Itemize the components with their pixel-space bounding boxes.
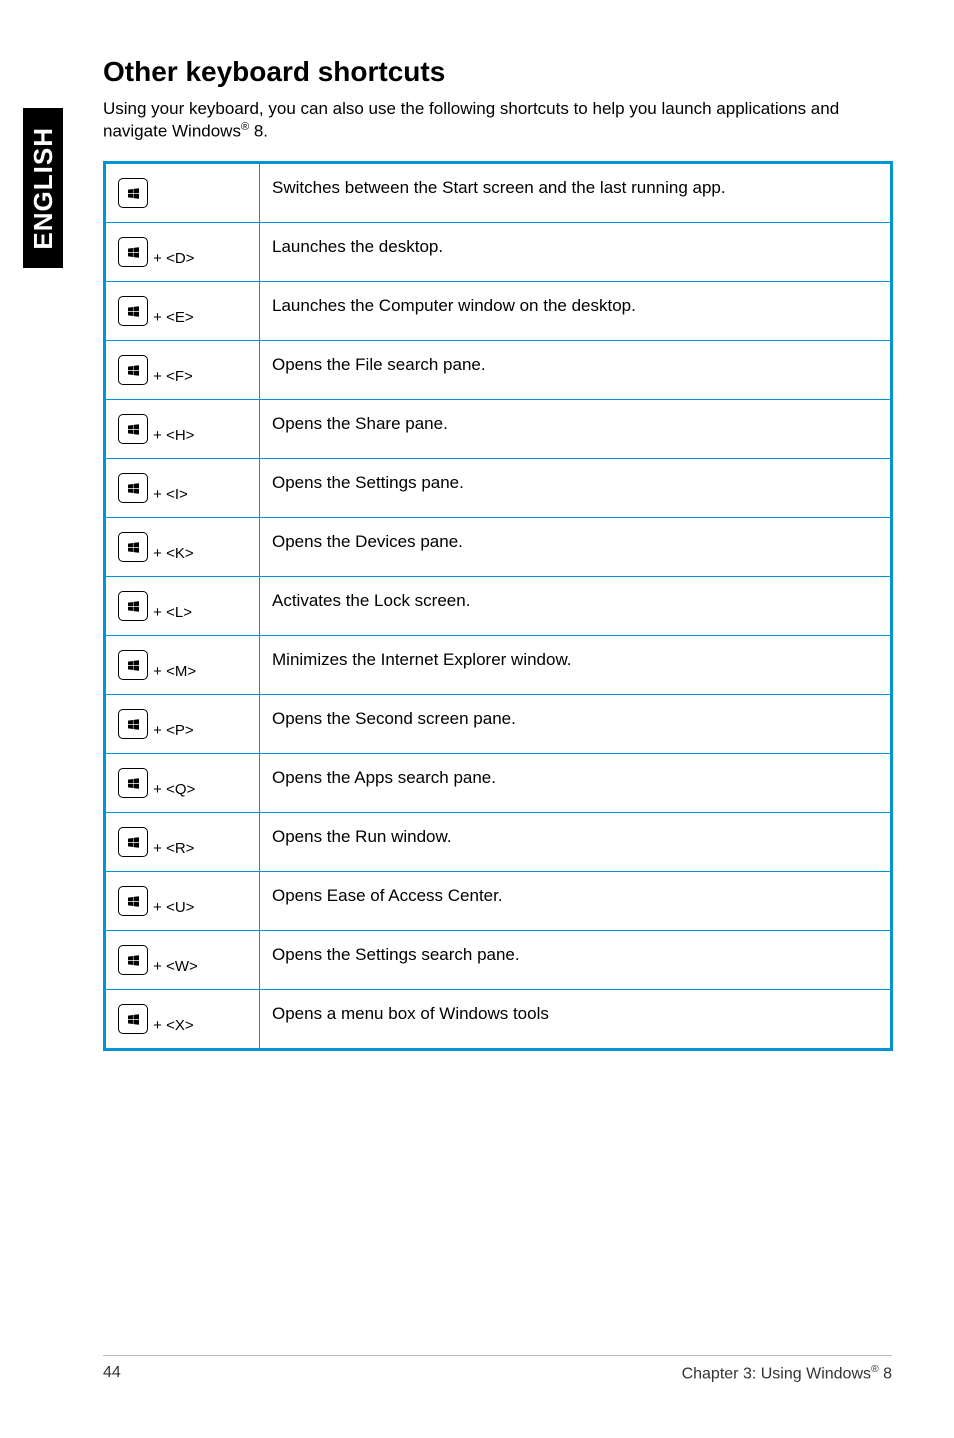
shortcut-description: Opens the File search pane. (260, 340, 892, 399)
shortcut-key-cell: + <D> (105, 222, 260, 281)
shortcut-key-cell: + <L> (105, 576, 260, 635)
windows-key-icon (118, 178, 148, 208)
chapter-label: Chapter 3: Using Windows® 8 (682, 1364, 892, 1383)
intro-paragraph: Using your keyboard, you can also use th… (103, 98, 893, 143)
intro-text-b: 8. (249, 122, 268, 141)
shortcut-key-cell: + <I> (105, 458, 260, 517)
shortcut-key-cell: + <P> (105, 694, 260, 753)
shortcut-description: Opens the Run window. (260, 812, 892, 871)
key-suffix: + <L> (149, 604, 192, 621)
table-row: + <F> Opens the File search pane. (105, 340, 892, 399)
table-row: + <H> Opens the Share pane. (105, 399, 892, 458)
shortcut-description: Opens the Share pane. (260, 399, 892, 458)
shortcut-key-cell (105, 162, 260, 222)
key-suffix: + <U> (149, 899, 194, 916)
shortcut-key-cell: + <M> (105, 635, 260, 694)
key-suffix: + <M> (149, 663, 196, 680)
shortcut-description: Minimizes the Internet Explorer window. (260, 635, 892, 694)
shortcut-description: Launches the Computer window on the desk… (260, 281, 892, 340)
table-row: + <E> Launches the Computer window on the… (105, 281, 892, 340)
key-suffix: + <X> (149, 1017, 194, 1034)
shortcut-description: Opens the Settings search pane. (260, 930, 892, 989)
windows-key-icon (118, 886, 148, 916)
shortcut-key-cell: + <U> (105, 871, 260, 930)
windows-key-icon (118, 709, 148, 739)
windows-key-icon (118, 473, 148, 503)
language-tab-text: ENGLISH (28, 127, 59, 250)
shortcut-description: Opens the Devices pane. (260, 517, 892, 576)
page-title: Other keyboard shortcuts (103, 56, 893, 88)
key-suffix: + <H> (149, 427, 194, 444)
shortcut-description: Switches between the Start screen and th… (260, 162, 892, 222)
shortcut-key-cell: + <E> (105, 281, 260, 340)
shortcuts-table: Switches between the Start screen and th… (103, 161, 893, 1051)
table-row: + <R> Opens the Run window. (105, 812, 892, 871)
registered-mark: ® (871, 1364, 879, 1375)
shortcut-key-cell: + <R> (105, 812, 260, 871)
key-suffix: + <I> (149, 486, 188, 503)
table-row: + <K> Opens the Devices pane. (105, 517, 892, 576)
windows-key-icon (118, 1004, 148, 1034)
chapter-text-a: Chapter 3: Using Windows (682, 1365, 871, 1382)
windows-key-icon (118, 768, 148, 798)
windows-key-icon (118, 532, 148, 562)
windows-key-icon (118, 296, 148, 326)
shortcut-description: Activates the Lock screen. (260, 576, 892, 635)
page-number: 44 (103, 1364, 121, 1383)
key-suffix: + <R> (149, 840, 194, 857)
table-row: + <U> Opens Ease of Access Center. (105, 871, 892, 930)
shortcut-key-cell: + <W> (105, 930, 260, 989)
registered-mark: ® (241, 121, 249, 133)
key-suffix: + <E> (149, 309, 194, 326)
key-suffix: + <W> (149, 958, 198, 975)
shortcut-description: Opens a menu box of Windows tools (260, 989, 892, 1049)
chapter-text-b: 8 (879, 1365, 892, 1382)
shortcut-description: Opens the Apps search pane. (260, 753, 892, 812)
shortcut-description: Launches the desktop. (260, 222, 892, 281)
shortcut-description: Opens the Second screen pane. (260, 694, 892, 753)
shortcut-key-cell: + <X> (105, 989, 260, 1049)
shortcut-description: Opens Ease of Access Center. (260, 871, 892, 930)
table-row: + <P> Opens the Second screen pane. (105, 694, 892, 753)
shortcut-key-cell: + <Q> (105, 753, 260, 812)
shortcut-key-cell: + <K> (105, 517, 260, 576)
windows-key-icon (118, 414, 148, 444)
key-suffix: + <P> (149, 722, 194, 739)
windows-key-icon (118, 945, 148, 975)
key-suffix: + <K> (149, 545, 194, 562)
table-row: + <W> Opens the Settings search pane. (105, 930, 892, 989)
shortcut-key-cell: + <H> (105, 399, 260, 458)
windows-key-icon (118, 650, 148, 680)
shortcut-description: Opens the Settings pane. (260, 458, 892, 517)
table-row: Switches between the Start screen and th… (105, 162, 892, 222)
table-row: + <I> Opens the Settings pane. (105, 458, 892, 517)
windows-key-icon (118, 591, 148, 621)
windows-key-icon (118, 237, 148, 267)
windows-key-icon (118, 827, 148, 857)
intro-text-a: Using your keyboard, you can also use th… (103, 99, 839, 141)
key-suffix: + <D> (149, 250, 194, 267)
page-footer: 44 Chapter 3: Using Windows® 8 (103, 1355, 892, 1383)
table-row: + <Q> Opens the Apps search pane. (105, 753, 892, 812)
shortcut-key-cell: + <F> (105, 340, 260, 399)
key-suffix: + <Q> (149, 781, 195, 798)
key-suffix: + <F> (149, 368, 193, 385)
page-content: Other keyboard shortcuts Using your keyb… (103, 56, 893, 1051)
table-row: + <D> Launches the desktop. (105, 222, 892, 281)
language-tab: ENGLISH (23, 108, 63, 268)
table-row: + <L> Activates the Lock screen. (105, 576, 892, 635)
table-row: + <X> Opens a menu box of Windows tools (105, 989, 892, 1049)
table-row: + <M> Minimizes the Internet Explorer win… (105, 635, 892, 694)
windows-key-icon (118, 355, 148, 385)
